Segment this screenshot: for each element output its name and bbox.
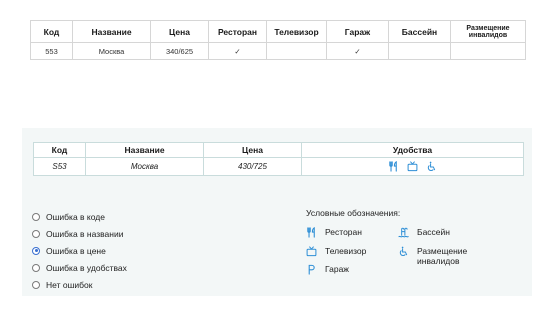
cell-amenities	[301, 157, 524, 176]
option-no-errors[interactable]: Нет ошибок	[32, 276, 127, 293]
legend-item-tv: Телевизор	[306, 246, 366, 257]
header-name: Название	[85, 142, 204, 158]
header-restaurant: Ресторан	[208, 20, 267, 43]
header-garage: Гараж	[326, 20, 389, 43]
header-amenities: Удобства	[301, 142, 524, 158]
tv-icon	[407, 161, 418, 172]
legend-label: Ресторан	[325, 227, 362, 237]
radio-button[interactable]	[32, 229, 40, 238]
option-label: Ошибка в удобствах	[46, 262, 127, 273]
table-row: S53 Москва 430/725	[33, 157, 524, 176]
legend-item-disabled: Размещение инвалидов	[398, 246, 508, 266]
header-price: Цена	[150, 20, 209, 43]
header-tv: Телевизор	[266, 20, 327, 43]
parking-icon	[308, 264, 315, 275]
cell-price: 340/625	[150, 42, 209, 60]
restaurant-icon	[389, 161, 397, 172]
option-label: Нет ошибок	[46, 279, 93, 290]
wheelchair-icon	[399, 246, 408, 257]
legend-label: Телевизор	[325, 246, 367, 256]
cell-price: 430/725	[203, 157, 302, 176]
legend-label: Размещение инвалидов	[417, 246, 468, 266]
legend: Условные обозначения: Ресторан Бассейн Т…	[306, 208, 526, 292]
legend-item-restaurant: Ресторан	[306, 227, 362, 238]
reference-header-row: Код Название Цена Ресторан Телевизор Гар…	[30, 20, 526, 43]
header-code: Код	[33, 142, 86, 158]
header-code: Код	[30, 20, 73, 43]
header-pool: Бассейн	[388, 20, 451, 43]
task-panel: Код Название Цена Удобства S53 Москва 43…	[22, 128, 532, 296]
radio-button[interactable]	[32, 212, 40, 221]
pool-icon	[398, 227, 409, 238]
option-price-error[interactable]: Ошибка в цене	[32, 242, 127, 259]
reference-table: Код Название Цена Ресторан Телевизор Гар…	[30, 20, 526, 60]
cell-code: S53	[33, 157, 86, 176]
legend-label: Гараж	[325, 264, 349, 274]
option-label: Ошибка в названии	[46, 228, 124, 239]
answer-options: Ошибка в коде Ошибка в названии Ошибка в…	[32, 208, 127, 293]
restaurant-icon	[307, 227, 315, 238]
header-disabled: Размещение инвалидов	[450, 20, 526, 43]
header-price: Цена	[203, 142, 302, 158]
legend-title: Условные обозначения:	[306, 208, 401, 218]
table-row: 553 Москва 340/625 ✓ ✓	[30, 42, 526, 60]
cell-name: Москва	[72, 42, 151, 60]
legend-label: Бассейн	[417, 227, 450, 237]
cell-name: Москва	[85, 157, 204, 176]
cell-code: 553	[30, 42, 73, 60]
option-amenities-error[interactable]: Ошибка в удобствах	[32, 259, 127, 276]
tv-icon	[306, 246, 317, 257]
option-label: Ошибка в цене	[46, 245, 106, 256]
cell-pool	[388, 42, 451, 60]
task-table: Код Название Цена Удобства S53 Москва 43…	[33, 142, 524, 176]
radio-button[interactable]	[32, 280, 40, 289]
option-label: Ошибка в коде	[46, 211, 105, 222]
task-header-row: Код Название Цена Удобства	[33, 142, 524, 158]
option-name-error[interactable]: Ошибка в названии	[32, 225, 127, 242]
cell-disabled	[450, 42, 526, 60]
radio-button[interactable]	[32, 263, 40, 272]
header-name: Название	[72, 20, 151, 43]
wheelchair-icon	[427, 161, 436, 172]
cell-restaurant: ✓	[208, 42, 267, 60]
cell-tv	[266, 42, 327, 60]
cell-garage: ✓	[326, 42, 389, 60]
radio-button-selected[interactable]	[32, 246, 40, 255]
legend-item-garage: Гараж	[306, 264, 349, 275]
option-code-error[interactable]: Ошибка в коде	[32, 208, 127, 225]
legend-item-pool: Бассейн	[398, 227, 450, 238]
